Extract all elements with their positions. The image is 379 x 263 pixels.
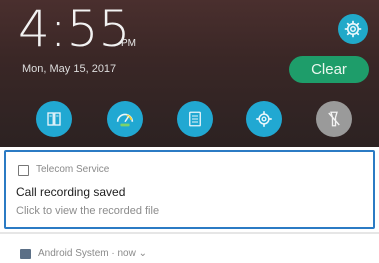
settings-button[interactable] (338, 14, 368, 44)
quick-setting-settings[interactable] (246, 101, 282, 137)
notes-icon (189, 111, 201, 127)
flashlight-off-icon (328, 111, 340, 127)
divider (0, 232, 379, 234)
quick-setting-notes[interactable] (177, 101, 213, 137)
quick-setting-flashlight[interactable] (316, 101, 352, 137)
date-label: Mon, May 15, 2017 (22, 63, 117, 75)
notification-card-call-recording[interactable]: Telecom Service Call recording saved Cli… (4, 150, 375, 229)
quick-setting-speed-boost[interactable] (107, 101, 143, 137)
notification-title: Call recording saved (16, 185, 126, 199)
settings-gear-icon (256, 111, 272, 127)
gear-icon (344, 20, 362, 38)
clock-time: 4:55 (18, 0, 131, 58)
speed-gauge-icon (116, 113, 134, 127)
notification-text: Click to view the recorded file (16, 205, 160, 217)
notification-shade-header: 4:55 PM Mon, May 15, 2017 Clear (0, 0, 379, 147)
notification-app-name: Android System · now ⌄ (38, 248, 147, 259)
quick-setting-book[interactable] (36, 101, 72, 137)
book-icon (47, 112, 61, 126)
notification-app-name: Telecom Service (36, 164, 110, 175)
telecom-service-icon (18, 165, 29, 176)
clear-all-button[interactable]: Clear (289, 56, 369, 83)
notification-card-android-system[interactable]: Android System · now ⌄ (4, 236, 375, 263)
android-system-icon (20, 249, 31, 259)
clock-ampm: PM (121, 38, 136, 49)
